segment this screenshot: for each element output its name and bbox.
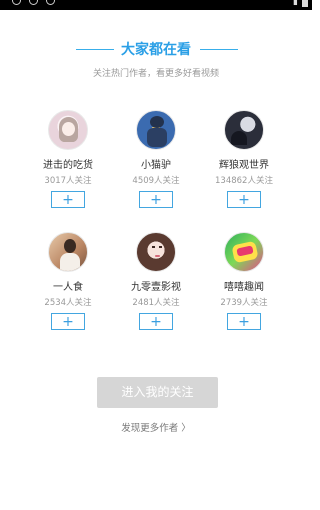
author-name[interactable]: 嘻嘻趣闻 [200,281,288,294]
author-name[interactable]: 一人食 [24,281,112,294]
character-figure-avatar[interactable] [136,110,176,150]
follower-count: 2739人关注 [220,298,268,308]
signal-icon: ▮ [293,0,298,7]
follow-button[interactable]: + [139,191,173,208]
follow-button[interactable]: + [227,191,261,208]
follower-count: 134862人关注 [215,176,273,186]
section-header: 大家都在看 [0,40,312,60]
cartoon-logo-avatar[interactable] [224,232,264,272]
enter-my-follows-button[interactable]: 进入我的关注 [97,377,218,408]
page-subtitle: 关注热门作者，看更多好看视频 [92,69,219,79]
battery-icon [302,0,308,7]
follower-count: 3017人关注 [44,176,92,186]
author-card: 进击的吃货 3017人关注 + [24,110,112,208]
author-card: 辉狼观世界 134862人关注 + [200,110,288,208]
follow-button[interactable]: + [139,313,173,330]
anime-girl-avatar[interactable] [48,110,88,150]
author-card: 嘻嘻趣闻 2739人关注 + [200,232,288,330]
follower-count: 4509人关注 [132,176,180,186]
status-icons-left [12,0,55,10]
author-card: 九零壹影视 2481人关注 + [112,232,200,330]
author-name[interactable]: 辉狼观世界 [200,159,288,172]
follower-count: 2534人关注 [44,298,92,308]
author-card: 一人食 2534人关注 + [24,232,112,330]
follow-button[interactable]: + [227,313,261,330]
notification-icon [29,0,38,5]
author-name[interactable]: 小猫驴 [112,159,200,172]
status-bar: ▮ [0,0,312,10]
search-icon [46,0,55,5]
author-card: 小猫驴 4509人关注 + [112,110,200,208]
follower-count: 2481人关注 [132,298,180,308]
woman-portrait-avatar[interactable] [136,232,176,272]
follow-button[interactable]: + [51,313,85,330]
status-icons-right: ▮ [293,0,308,7]
author-name[interactable]: 九零壹影视 [112,281,200,294]
author-name[interactable]: 进击的吃货 [24,159,112,172]
notification-icon [12,0,21,5]
person-photo-avatar[interactable] [48,232,88,272]
page-title: 大家都在看 [121,42,191,58]
header-divider-right [200,49,238,50]
wolf-night-avatar[interactable] [224,110,264,150]
discover-more-authors-link[interactable]: 发现更多作者 〉 [0,420,312,434]
follow-button[interactable]: + [51,191,85,208]
